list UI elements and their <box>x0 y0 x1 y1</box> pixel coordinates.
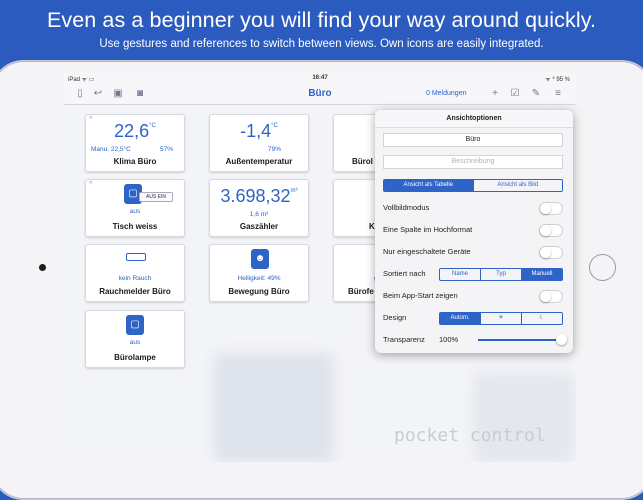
seg-design-auto[interactable]: Autom. <box>440 313 480 324</box>
row-label: Sortiert nach <box>383 269 426 278</box>
row-one-column: Eine Spalte im Hochformat <box>383 221 563 239</box>
subline: Use gestures and references to switch be… <box>99 38 544 50</box>
on-off-switch[interactable]: AUS EIN <box>139 192 173 202</box>
row-label: Beim App-Start zeigen <box>383 291 458 300</box>
seg-image-view[interactable]: Ansicht als Bild <box>472 180 563 191</box>
tile-state: aus <box>129 339 141 346</box>
socket-icon: ▢ <box>126 315 144 335</box>
camera-dot <box>39 264 46 271</box>
tile-tisch-weiss[interactable]: ^ ▢ AUS EIN aus Tisch weiss <box>85 179 185 237</box>
moon-icon[interactable]: ☾ <box>521 313 562 324</box>
status-bar: iPad ᯤ ▭ 16:47 ᯤ * 95 % <box>64 73 576 84</box>
description-field[interactable]: Beschreibung <box>383 155 563 169</box>
one-column-toggle[interactable] <box>539 224 563 237</box>
tile-name: Rauchmelder Büro <box>99 287 171 296</box>
smoke-detector-icon <box>126 253 146 261</box>
chevron-up-icon: ^ <box>89 181 93 188</box>
messages-link[interactable]: 0 Meldungen <box>426 90 466 97</box>
app-start-toggle[interactable] <box>539 290 563 303</box>
row-label: Transparenz <box>383 335 425 344</box>
home-button[interactable] <box>589 254 616 281</box>
tile-setpoint: Manu. 22,5°C <box>91 146 131 153</box>
nav-bar: ▯ ↩ ▣ ◙ Büro 0 Meldungen + ☑ ✎ ≡ <box>64 84 576 105</box>
background-shape <box>214 353 334 462</box>
transparency-value: 100% <box>439 335 459 344</box>
row-label: Vollbildmodus <box>383 203 430 212</box>
design-segmented: Autom. ☀ ☾ <box>439 312 563 325</box>
tile-state: Helligkeit: 49% <box>237 275 281 282</box>
only-on-toggle[interactable] <box>539 246 563 259</box>
fullscreen-toggle[interactable] <box>539 202 563 215</box>
tile-klima-buero[interactable]: ^ 22,6°C Manu. 22,5°C 57% Klima Büro <box>85 114 185 172</box>
row-transparency: Transparenz 100% <box>383 331 567 349</box>
seg-sort-name[interactable]: Name <box>440 269 480 280</box>
person-icon: ☻ <box>251 249 269 269</box>
tile-name: Außentemperatur <box>225 157 293 166</box>
row-fullscreen: Vollbildmodus <box>383 199 563 217</box>
status-right: ᯤ * 95 % <box>545 77 570 83</box>
sun-icon[interactable]: ☀ <box>480 313 521 324</box>
tile-value: 3.698,32m³ <box>220 186 298 206</box>
add-icon[interactable]: + <box>489 88 501 100</box>
wrench-icon[interactable]: ✎ <box>530 88 542 100</box>
tile-value: -1,4°C <box>240 121 278 141</box>
seg-table-view[interactable]: Ansicht als Tabelle <box>384 180 473 191</box>
row-label: Design <box>383 313 407 322</box>
name-field[interactable]: Büro <box>383 133 563 147</box>
tile-bewegung[interactable]: ☻ Helligkeit: 49% Bewegung Büro <box>209 244 309 302</box>
view-options-popover: Ansichtoptionen Büro Beschreibung Ansich… <box>375 110 573 353</box>
slider-knob[interactable] <box>556 334 567 345</box>
tile-state: kein Rauch <box>118 275 152 282</box>
tile-name: Bürolampe <box>114 353 156 362</box>
tile-buerolampe[interactable]: ▢ aus Bürolampe <box>85 310 185 368</box>
sort-segmented: Name Typ Manuell <box>439 268 563 281</box>
tile-gaszaehler[interactable]: 3.698,32m³ 1,6 m³ Gaszähler <box>209 179 309 237</box>
row-only-on: Nur eingeschaltete Geräte <box>383 243 563 261</box>
tile-name: Tisch weiss <box>112 222 158 231</box>
seg-sort-manual[interactable]: Manuell <box>521 269 562 280</box>
tile-state: aus <box>129 208 141 215</box>
row-app-start: Beim App-Start zeigen <box>383 287 563 305</box>
transparency-slider[interactable] <box>478 334 567 345</box>
tile-rauchmelder[interactable]: kein Rauch Rauchmelder Büro <box>85 244 185 302</box>
checkbox-icon[interactable]: ☑ <box>509 88 521 100</box>
tile-aussentemperatur[interactable]: -1,4°C 79% Außentemperatur <box>209 114 309 172</box>
popover-title: Ansichtoptionen <box>375 110 573 128</box>
row-label: Eine Spalte im Hochformat <box>383 225 473 234</box>
tile-humidity: 79% <box>268 146 282 153</box>
row-label: Nur eingeschaltete Geräte <box>383 247 471 256</box>
watermark: pocket control <box>394 425 546 446</box>
seg-sort-type[interactable]: Typ <box>480 269 521 280</box>
menu-icon[interactable]: ≡ <box>552 88 564 100</box>
headline: Even as a beginner you will find your wa… <box>46 8 597 32</box>
tile-value: 22,6°C <box>114 121 156 141</box>
tile-name: Bewegung Büro <box>228 287 290 296</box>
tile-name: Klima Büro <box>113 157 157 166</box>
status-time: 16:47 <box>312 75 328 81</box>
tile-rate: 1,6 m³ <box>249 211 269 218</box>
view-mode-segmented: Ansicht als Tabelle Ansicht als Bild <box>383 179 563 192</box>
tile-humidity: 57% <box>160 146 174 153</box>
background-shape <box>474 373 574 462</box>
tile-name: Gaszähler <box>239 222 279 231</box>
